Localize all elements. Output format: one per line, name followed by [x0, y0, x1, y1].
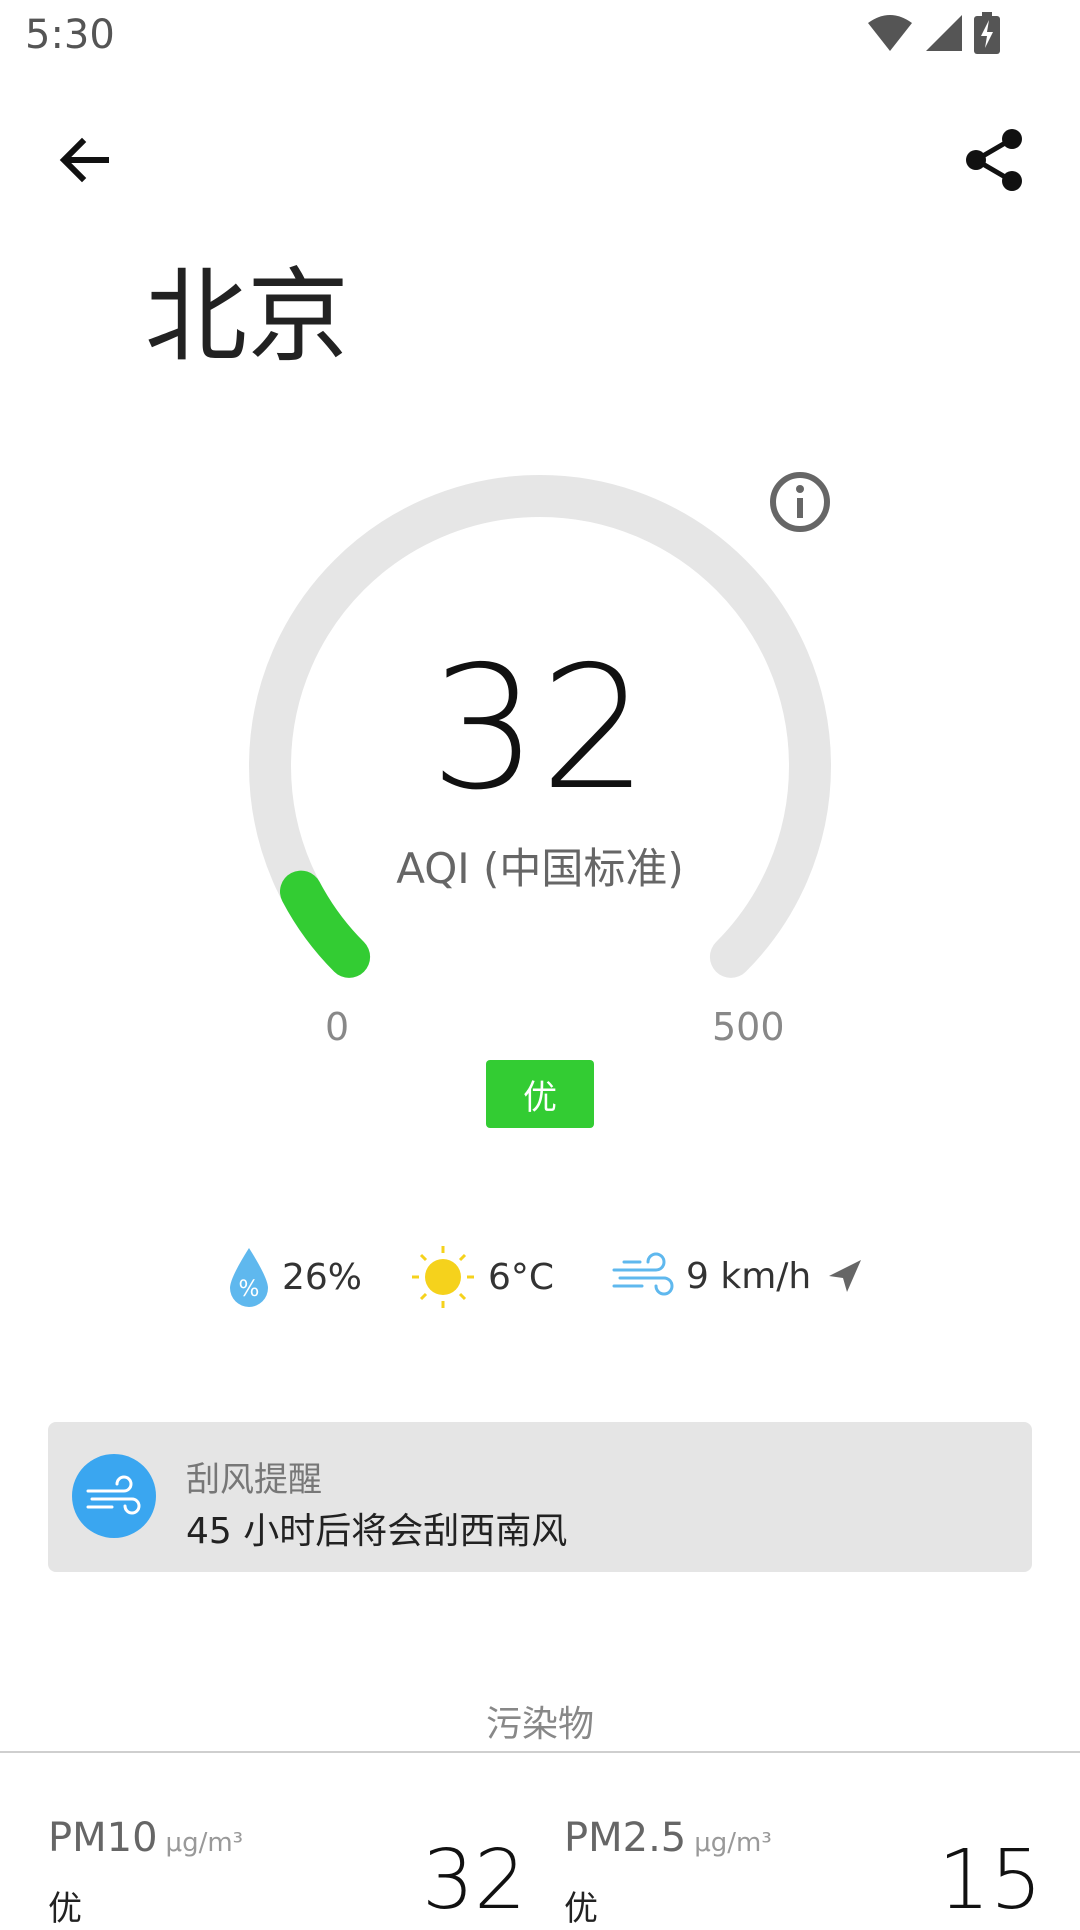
toolbar	[0, 110, 1080, 210]
sun-icon	[412, 1246, 474, 1308]
pollutant-level: 优	[564, 1889, 598, 1929]
humidity-item: % 26%	[228, 1246, 362, 1308]
pollutants-title: 污染物	[485, 1704, 594, 1745]
humidity-value: 26%	[282, 1256, 363, 1298]
pollutant-value: 15	[938, 1833, 1043, 1928]
cell-signal-icon	[924, 13, 964, 57]
pollutant-level: 优	[48, 1889, 82, 1929]
arrow-left-icon	[59, 137, 109, 183]
pollutant-name: PM2.5	[564, 1815, 687, 1861]
wifi-icon	[866, 13, 914, 57]
scale-min: 0	[325, 1005, 350, 1049]
aqi-label: AQI (中国标准)	[396, 844, 684, 893]
wind-value: 9 km/h	[686, 1255, 812, 1297]
pollutant-name: PM10	[48, 1815, 158, 1861]
pollutant-pm25[interactable]: PM2.5 μg/m³ 优 15	[564, 1815, 1042, 1929]
wind-alert-card[interactable]: 刮风提醒 45 小时后将会刮西南风	[48, 1422, 1032, 1572]
pollutant-pm10[interactable]: PM10 μg/m³ 优 32	[48, 1815, 526, 1929]
battery-charging-icon	[974, 12, 1000, 58]
gauge-fill	[280, 870, 371, 978]
status-icons	[866, 12, 1000, 58]
aqi-level-badge: 优	[486, 1060, 594, 1128]
aqi-value: 32	[429, 630, 651, 828]
temperature-item: 6°C	[410, 1244, 554, 1310]
pollutant-name-line: PM2.5 μg/m³	[564, 1815, 772, 1861]
city-title: 北京	[145, 258, 349, 377]
alert-title: 刮风提醒	[186, 1460, 322, 1500]
wind-icon	[86, 1475, 141, 1515]
alert-text: 45 小时后将会刮西南风	[186, 1511, 568, 1552]
status-bar: 5:30	[0, 0, 1080, 74]
wind-item: 9 km/h	[612, 1248, 865, 1304]
aqi-gauge: 32 AQI (中国标准) 0 500	[0, 440, 1080, 1049]
scale-max: 500	[712, 1005, 785, 1049]
svg-text:%: %	[239, 1277, 260, 1302]
pollutant-unit: μg/m³	[694, 1828, 772, 1858]
pollutant-unit: μg/m³	[165, 1828, 244, 1858]
alert-wind-icon	[72, 1454, 156, 1538]
back-button[interactable]	[50, 125, 120, 195]
humidity-drop-icon: %	[230, 1248, 268, 1307]
wind-icon	[612, 1252, 674, 1296]
temperature-value: 6°C	[488, 1256, 555, 1298]
info-button[interactable]	[768, 470, 832, 534]
share-icon	[966, 129, 1022, 191]
wind-direction-icon	[829, 1260, 862, 1292]
divider	[0, 1751, 1080, 1753]
status-time: 5:30	[25, 12, 115, 58]
info-icon	[770, 472, 830, 532]
pollutant-name-line: PM10 μg/m³	[48, 1815, 243, 1861]
pollutant-value: 32	[422, 1833, 527, 1928]
share-button[interactable]	[960, 125, 1030, 195]
weather-row: % 26% 6°C 9 km/h	[0, 1240, 1080, 1320]
